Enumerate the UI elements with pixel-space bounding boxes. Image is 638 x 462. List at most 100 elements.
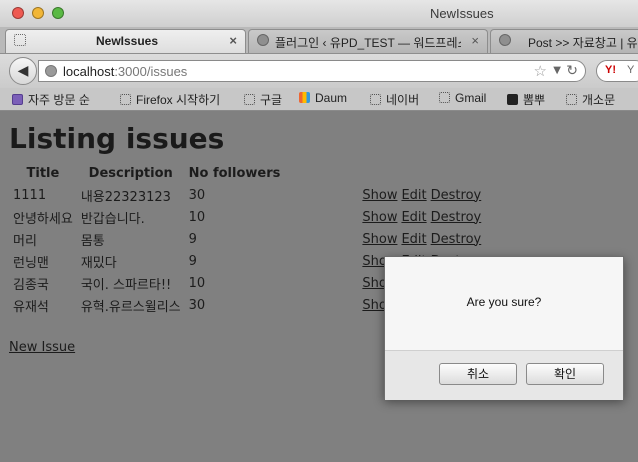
edit-link[interactable]: Edit xyxy=(401,210,426,225)
dialog-footer: 취소 확인 xyxy=(385,350,623,400)
column-header-followers: No followers xyxy=(188,166,281,181)
destroy-link[interactable]: Destroy xyxy=(431,232,482,247)
cell-actions: Show Edit Destroy xyxy=(358,184,489,206)
blank-page-icon xyxy=(120,94,131,105)
tab-close-icon[interactable]: × xyxy=(229,33,237,48)
column-header-spacer xyxy=(284,164,358,184)
table-row: 안녕하세요 반갑습니다. 10 Show Edit Destroy xyxy=(9,206,489,228)
cell-actions: Show Edit Destroy xyxy=(358,206,489,228)
blank-page-icon xyxy=(244,94,255,105)
show-link[interactable]: Show xyxy=(362,232,397,247)
tab-close-icon[interactable]: × xyxy=(471,33,479,48)
cell-description: 반갑습니다. xyxy=(80,211,145,227)
cell-description: 국이. 스파르타!! xyxy=(80,277,172,293)
cell-title: 1111 xyxy=(13,187,47,203)
column-header-description: Description xyxy=(88,166,173,181)
yahoo-logo-icon: Y! xyxy=(605,64,616,76)
tab-newissues[interactable]: NewIssues × xyxy=(5,29,246,53)
column-header-title: Title xyxy=(26,166,60,181)
column-header-actions xyxy=(358,164,489,184)
bookmark-firefox-start[interactable]: Firefox 시작하기 xyxy=(120,91,220,108)
cell-followers: 30 xyxy=(188,187,206,203)
globe-icon xyxy=(45,65,57,77)
cell-spacer xyxy=(284,184,358,206)
tab-post[interactable]: Post >> 자료창고 | 유 xyxy=(490,29,638,53)
cell-title: 유재석 xyxy=(13,299,49,315)
bookmark-star-icon[interactable]: ☆ xyxy=(534,62,547,80)
window-titlebar: NewIssues xyxy=(0,0,638,28)
search-bar[interactable]: Y! Y xyxy=(596,60,638,82)
tab-label: NewIssues xyxy=(96,34,159,48)
search-engine-label: Y xyxy=(627,64,635,76)
cell-spacer xyxy=(284,206,358,228)
page-title: Listing issues xyxy=(9,122,225,155)
wordpress-icon xyxy=(499,34,511,46)
cell-followers: 9 xyxy=(188,253,197,269)
blank-page-icon xyxy=(566,94,577,105)
cell-description: 유혁.유르스윌리스 xyxy=(80,299,181,315)
address-bar[interactable]: localhost:3000/issues ☆ ▼ ↻ xyxy=(38,60,586,82)
cell-title: 김종국 xyxy=(13,277,49,293)
cell-description: 몸통 xyxy=(80,233,105,249)
url-path: :3000/issues xyxy=(114,64,188,79)
wordpress-icon xyxy=(257,34,269,46)
confirm-button[interactable]: 확인 xyxy=(526,363,604,385)
cancel-button[interactable]: 취소 xyxy=(439,363,517,385)
cell-followers: 10 xyxy=(188,275,206,291)
tab-strip: NewIssues × 플러그인 ‹ 유PD_TEST — 워드프레스 × Po… xyxy=(0,27,638,54)
reload-icon[interactable]: ↻ xyxy=(566,63,578,79)
new-issue-link[interactable]: New Issue xyxy=(9,340,75,355)
table-row: 머리 몸통 9 Show Edit Destroy xyxy=(9,228,489,250)
edit-link[interactable]: Edit xyxy=(401,232,426,247)
cell-followers: 9 xyxy=(188,231,197,247)
blank-page-icon xyxy=(14,34,26,46)
cell-spacer xyxy=(284,294,358,316)
destroy-link[interactable]: Destroy xyxy=(431,210,482,225)
cell-spacer xyxy=(284,228,358,250)
blank-page-icon xyxy=(370,94,381,105)
show-link[interactable]: Show xyxy=(362,210,397,225)
tab-label: 플러그인 ‹ 유PD_TEST — 워드프레스 xyxy=(275,36,461,50)
cell-title: 머리 xyxy=(13,233,37,249)
cell-description: 재밌다 xyxy=(80,255,117,271)
close-window-button[interactable] xyxy=(12,7,24,19)
daum-icon xyxy=(299,92,310,103)
show-link[interactable]: Show xyxy=(362,188,397,203)
tab-label: Post >> 자료창고 | 유 xyxy=(528,36,638,50)
cell-spacer xyxy=(284,272,358,294)
confirm-dialog: Are you sure? 취소 확인 xyxy=(384,256,624,400)
bookmark-most-visited[interactable]: 자주 방문 순 xyxy=(12,91,90,108)
cell-followers: 30 xyxy=(188,297,206,313)
dialog-message: Are you sure? xyxy=(466,295,542,309)
ppomppu-icon xyxy=(507,94,518,105)
table-header-row: Title Description No followers xyxy=(9,164,489,184)
bookmark-naver[interactable]: 네이버 xyxy=(370,91,419,108)
tab-plugin[interactable]: 플러그인 ‹ 유PD_TEST — 워드프레스 × xyxy=(248,29,488,53)
zoom-window-button[interactable] xyxy=(52,7,64,19)
bookmark-gaesomun[interactable]: 개소문 xyxy=(566,91,615,108)
smart-folder-icon xyxy=(12,94,23,105)
table-row: 1111 내용22323123 30 Show Edit Destroy xyxy=(9,184,489,206)
back-arrow-icon: ◀ xyxy=(17,63,29,79)
edit-link[interactable]: Edit xyxy=(401,188,426,203)
dropdown-arrow-icon[interactable]: ▼ xyxy=(553,65,561,76)
cell-title: 런닝맨 xyxy=(13,255,49,271)
minimize-window-button[interactable] xyxy=(32,7,44,19)
bookmark-google[interactable]: 구글 xyxy=(244,91,282,108)
bookmark-daum[interactable]: Daum xyxy=(299,91,347,105)
bookmark-ppomppu[interactable]: 뽐뿌 xyxy=(507,91,545,108)
cell-description: 내용22323123 xyxy=(80,189,171,205)
url-text[interactable]: localhost:3000/issues xyxy=(63,64,187,79)
cell-followers: 10 xyxy=(188,209,206,225)
bookmark-gmail[interactable]: Gmail xyxy=(439,91,486,105)
cell-actions: Show Edit Destroy xyxy=(358,228,489,250)
navigation-toolbar: ◀ localhost:3000/issues ☆ ▼ ↻ Y! Y xyxy=(0,54,638,88)
bookmarks-toolbar: 자주 방문 순 Firefox 시작하기 구글 Daum 네이버 Gmail 뽐… xyxy=(0,88,638,111)
url-host: localhost xyxy=(63,64,115,79)
window-title: NewIssues xyxy=(430,6,494,21)
cell-spacer xyxy=(284,250,358,272)
back-button[interactable]: ◀ xyxy=(9,57,37,85)
destroy-link[interactable]: Destroy xyxy=(431,188,482,203)
cell-title: 안녕하세요 xyxy=(13,211,73,227)
blank-page-icon xyxy=(439,92,450,103)
